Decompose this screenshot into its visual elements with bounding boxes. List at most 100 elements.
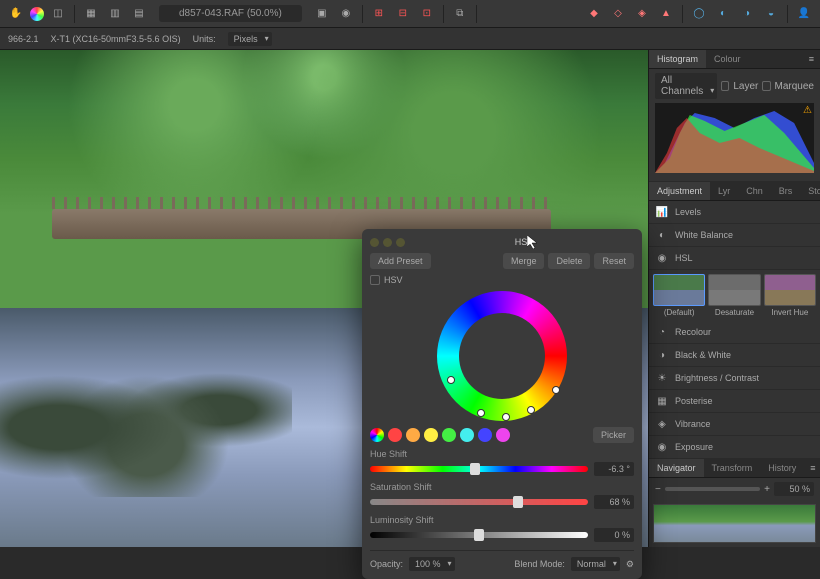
adjustment-brightness[interactable]: ☀Brightness / Contrast [649,367,820,390]
hue-label: Hue Shift [370,449,634,459]
tab-stock[interactable]: Stock [800,182,820,200]
adjustment-vibrance[interactable]: ◈Vibrance [649,413,820,436]
grid-icon[interactable]: ▥ [105,4,125,24]
panel-menu-icon[interactable]: ≡ [804,459,820,477]
units-label: Units: [193,34,216,44]
wheel-node[interactable] [502,413,510,421]
align-icon[interactable]: ⊟ [393,4,413,24]
adjustment-tabs: Adjustment Lyr Chn Brs Stock ≡ [649,182,820,201]
adjustment-recolour[interactable]: ◔Recolour [649,321,820,344]
swatch-green[interactable] [442,428,456,442]
color-tool-icon[interactable] [30,7,44,21]
filename-display[interactable]: d857-043.RAF (50.0%) [159,5,302,22]
user-icon[interactable]: 👤 [794,4,814,24]
minimize-icon[interactable] [383,238,392,247]
zoom-out-button[interactable]: − [655,484,661,495]
maximize-icon[interactable] [396,238,405,247]
link-icon[interactable]: ⧉ [450,4,470,24]
swatch-blue[interactable] [478,428,492,442]
align-icon[interactable]: ⊞ [369,4,389,24]
preset-desaturate[interactable]: Desaturate [708,274,760,317]
tab-history[interactable]: History [760,459,804,477]
wheel-node[interactable] [552,386,560,394]
slider-thumb[interactable] [470,463,480,475]
wheel-node[interactable] [527,406,535,414]
merge-button[interactable]: Merge [503,253,545,269]
navigator-preview[interactable] [653,504,816,543]
separator [682,5,683,23]
slider-thumb[interactable] [474,529,484,541]
tab-navigator[interactable]: Navigator [649,459,704,477]
swatch-magenta[interactable] [496,428,510,442]
hue-value[interactable]: -6.3 ° [594,462,634,476]
color-wheel[interactable] [437,291,567,421]
slider-thumb[interactable] [513,496,523,508]
swatch-cyan[interactable] [460,428,474,442]
tab-lyr[interactable]: Lyr [710,182,738,200]
grid-icon[interactable]: ▤ [129,4,149,24]
view-icon[interactable]: ◉ [336,4,356,24]
hand-tool-icon[interactable]: ✋ [6,4,26,24]
tab-colour[interactable]: Colour [706,50,749,68]
tab-chn[interactable]: Chn [738,182,771,200]
layer-icon[interactable]: ▲ [656,4,676,24]
saturation-slider[interactable] [370,499,588,505]
marquee-checkbox[interactable] [762,81,770,91]
swatch-all[interactable] [370,428,384,442]
hsl-presets: (Default) Desaturate Invert Hue [649,270,820,321]
tab-adjustment[interactable]: Adjustment [649,182,710,200]
wheel-node[interactable] [477,409,485,417]
adjustment-hsl[interactable]: ◉HSL [649,247,820,270]
adjustment-levels[interactable]: 📊Levels [649,201,820,224]
tab-brs[interactable]: Brs [771,182,801,200]
zoom-slider[interactable] [665,487,760,491]
units-dropdown[interactable]: Pixels [228,32,272,46]
delete-button[interactable]: Delete [548,253,590,269]
add-preset-button[interactable]: Add Preset [370,253,431,269]
adjustment-black-white[interactable]: ◑Black & White [649,344,820,367]
hsv-checkbox[interactable] [370,275,380,285]
tab-transform[interactable]: Transform [704,459,761,477]
zoom-value[interactable]: 50 % [774,482,814,496]
separator [362,5,363,23]
swatch-yellow[interactable] [424,428,438,442]
wheel-node[interactable] [447,376,455,384]
blend-dropdown[interactable]: Normal [571,557,620,571]
grid-icon[interactable]: ▦ [81,4,101,24]
shape-icon[interactable]: ◒ [761,4,781,24]
luminosity-slider[interactable] [370,532,588,538]
hue-slider[interactable] [370,466,588,472]
shape-icon[interactable]: ◯ [689,4,709,24]
brightness-icon: ☀ [655,371,669,385]
separator [787,5,788,23]
saturation-value[interactable]: 68 % [594,495,634,509]
align-icon[interactable]: ⊡ [417,4,437,24]
adjustment-white-balance[interactable]: ◐White Balance [649,224,820,247]
view-icon[interactable]: ▣ [312,4,332,24]
bw-icon: ◑ [655,348,669,362]
tab-histogram[interactable]: Histogram [649,50,706,68]
layer-checkbox[interactable] [721,81,729,91]
gear-icon[interactable]: ⚙ [626,559,634,570]
luminosity-value[interactable]: 0 % [594,528,634,542]
opacity-dropdown[interactable]: 100 % [409,557,455,571]
shape-icon[interactable]: ◐ [713,4,733,24]
crop-tool-icon[interactable]: ◫ [48,4,68,24]
zoom-in-button[interactable]: + [764,484,770,495]
preset-invert[interactable]: Invert Hue [764,274,816,317]
swatch-orange[interactable] [406,428,420,442]
preset-default[interactable]: (Default) [653,274,705,317]
picker-button[interactable]: Picker [593,427,634,443]
adjustment-exposure[interactable]: ◉Exposure [649,436,820,459]
adjustment-posterise[interactable]: ▦Posterise [649,390,820,413]
layer-icon[interactable]: ◇ [608,4,628,24]
layer-icon[interactable]: ◆ [584,4,604,24]
shape-icon[interactable]: ◑ [737,4,757,24]
layer-label: Layer [733,81,758,92]
layer-icon[interactable]: ◈ [632,4,652,24]
panel-menu-icon[interactable]: ≡ [803,50,820,68]
swatch-red[interactable] [388,428,402,442]
close-icon[interactable] [370,238,379,247]
channel-dropdown[interactable]: All Channels [655,73,717,99]
reset-button[interactable]: Reset [594,253,634,269]
